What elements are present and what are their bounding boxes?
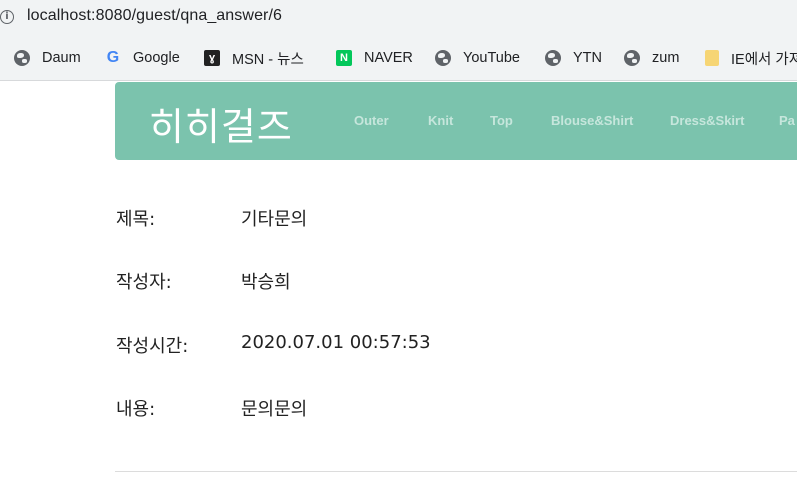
title-value: 기타문의	[241, 209, 308, 230]
site-header: 히히걸즈 Outer Knit Top Blouse&Shirt Dress&S…	[115, 82, 797, 160]
bookmark-label: MSN - 뉴스	[232, 51, 304, 68]
globe-icon	[545, 50, 561, 66]
site-logo[interactable]: 히히걸즈	[149, 96, 293, 151]
url-text[interactable]: localhost:8080/guest/qna_answer/6	[27, 7, 282, 25]
author-value: 박승희	[241, 272, 291, 293]
bookmark-label: YTN	[573, 50, 602, 66]
msn-icon: ɣ	[204, 50, 220, 66]
nav-outer[interactable]: Outer	[354, 113, 389, 128]
folder-icon	[705, 50, 719, 66]
bookmark-label: zum	[652, 50, 680, 66]
content-value: 문의문의	[241, 399, 308, 420]
bookmark-label: IE에서 가져	[731, 51, 797, 68]
bookmark-label: Daum	[42, 50, 81, 66]
bookmark-naver[interactable]: N NAVER	[336, 48, 413, 68]
bookmark-label: Google	[133, 50, 180, 66]
bookmark-daum[interactable]: Daum	[14, 48, 81, 68]
info-icon[interactable]: i	[0, 10, 14, 24]
globe-icon	[14, 50, 30, 66]
time-label: 작성시간:	[116, 336, 189, 357]
globe-icon	[624, 50, 640, 66]
bookmarks-bar: Daum G Google ɣ MSN - 뉴스 N NAVER YouTube…	[0, 36, 797, 81]
nav-top[interactable]: Top	[490, 113, 513, 128]
bookmark-label: YouTube	[463, 50, 520, 66]
nav-dress-skirt[interactable]: Dress&Skirt	[670, 113, 744, 128]
nav-pants[interactable]: Pa	[779, 113, 795, 128]
address-bar[interactable]: i localhost:8080/guest/qna_answer/6	[0, 0, 797, 36]
bookmark-youtube[interactable]: YouTube	[435, 48, 520, 68]
globe-icon	[435, 50, 451, 66]
bookmark-google[interactable]: G Google	[105, 48, 180, 68]
nav-knit[interactable]: Knit	[428, 113, 453, 128]
time-value: 2020.07.01 00:57:53	[241, 332, 431, 353]
bookmark-folder-ie[interactable]: IE에서 가져	[705, 48, 797, 68]
content-label: 내용:	[116, 399, 156, 420]
title-label: 제목:	[116, 209, 156, 230]
bookmark-zum[interactable]: zum	[624, 48, 679, 68]
nav-blouse-shirt[interactable]: Blouse&Shirt	[551, 113, 633, 128]
divider	[115, 471, 797, 472]
bookmark-ytn[interactable]: YTN	[545, 48, 602, 68]
bookmark-msn[interactable]: ɣ MSN - 뉴스	[204, 48, 304, 68]
naver-icon: N	[336, 50, 352, 66]
google-icon: G	[106, 49, 120, 66]
bookmark-label: NAVER	[364, 50, 413, 66]
author-label: 작성자:	[116, 272, 172, 293]
